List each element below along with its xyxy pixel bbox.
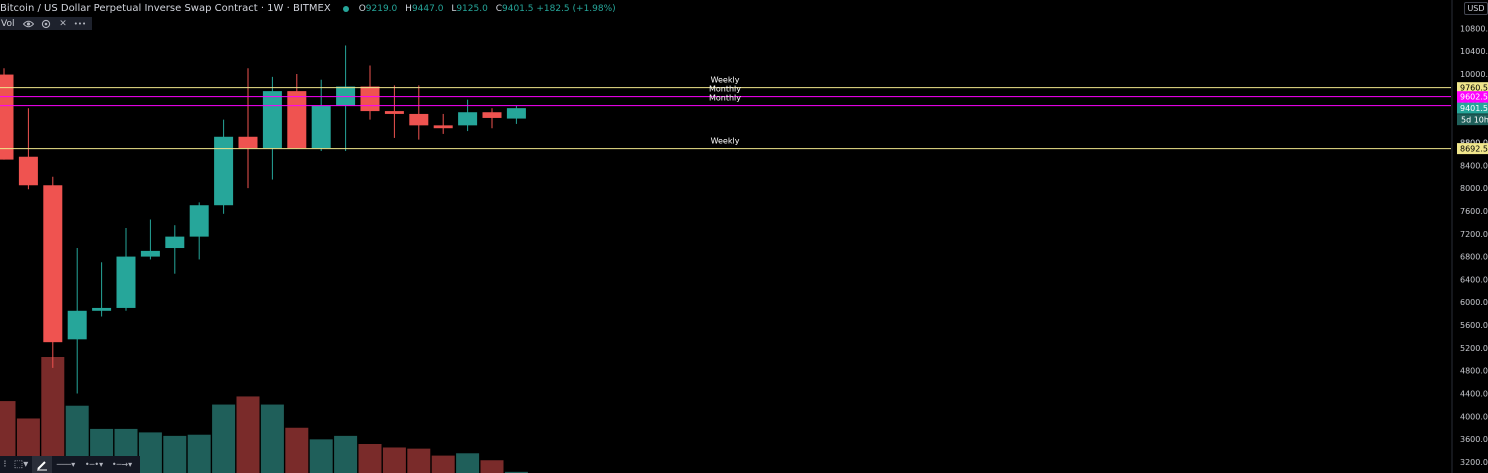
y-axis-tick-label: 3600.0 [1460, 435, 1488, 444]
y-axis-tick-label: 6400.0 [1460, 275, 1488, 284]
candle-body [458, 112, 478, 126]
volume-bar [456, 453, 480, 473]
candle-body [18, 156, 38, 186]
ray-tool-icon[interactable]: •─•▾ [80, 456, 108, 473]
candle-body [238, 136, 258, 149]
volume-bar [236, 396, 260, 473]
candle-body [67, 310, 87, 340]
y-axis-tick-label: 3200.0 [1460, 458, 1488, 467]
candle-body [116, 256, 136, 308]
volume-bar [358, 444, 382, 473]
candle-body [336, 86, 356, 106]
volume-indicator-legend: Vol ✕ ••• [0, 17, 93, 30]
volume-bar [187, 434, 211, 473]
chart-legend: Bitcoin / US Dollar Perpetual Inverse Sw… [0, 3, 621, 14]
level-label-monthly: Monthly [709, 94, 741, 103]
candle-body [189, 205, 209, 237]
drawing-toolbar: ⁝ ⬚▾ ───▾ •─•▾ •─→▾ [0, 456, 140, 473]
volume-bar [334, 435, 358, 473]
volume-bar [163, 435, 187, 473]
y-axis-tick-label: 5200.0 [1460, 344, 1488, 353]
candle-body [140, 250, 160, 257]
last-price-label: 9401.5 [1460, 104, 1488, 113]
y-axis-tick-label: 7200.0 [1460, 230, 1488, 239]
volume-bar [260, 404, 284, 473]
open-value: 9219.0 [365, 3, 398, 14]
y-axis-tick-label: 10800.0 [1460, 24, 1488, 33]
y-axis-tick-label: 6000.0 [1460, 298, 1488, 307]
candle-body [165, 236, 185, 249]
y-axis-tick-label: 8400.0 [1460, 161, 1488, 170]
y-axis-tick-label: 4400.0 [1460, 390, 1488, 399]
price-chart[interactable]: 10800.010400.010000.09600.09200.08800.08… [0, 0, 1488, 473]
high-value: 9447.0 [411, 3, 444, 14]
candle-body [43, 185, 63, 343]
line-tool-icon[interactable]: ───▾ [52, 456, 80, 473]
ohlc-values: O9219.0 H9447.0 L9125.0 C9401.5 +182.5 (… [358, 3, 616, 14]
volume-bar [212, 404, 236, 473]
low-value: 9125.0 [456, 3, 488, 14]
volume-bar [309, 439, 333, 473]
y-axis-tick-label: 5600.0 [1460, 321, 1488, 330]
candle-body [287, 91, 307, 149]
level-label-weekly: Weekly [711, 76, 740, 85]
arrow-tool-icon[interactable]: •─→▾ [108, 456, 136, 473]
currency-button[interactable]: USD [1464, 2, 1488, 15]
selection-tool-icon[interactable]: ⬚▾ [10, 456, 32, 473]
candle-body [360, 86, 380, 112]
brush-icon[interactable] [32, 456, 52, 473]
candle-body [214, 136, 234, 206]
candle-body [311, 105, 331, 149]
level-label-monthly: Monthly [709, 85, 741, 94]
y-axis-tick-label: 4800.0 [1460, 367, 1488, 376]
volume-bar [431, 455, 455, 473]
symbol-title[interactable]: Bitcoin / US Dollar Perpetual Inverse Sw… [0, 3, 331, 14]
more-icon[interactable]: ••• [71, 17, 88, 30]
candle-body [433, 125, 453, 129]
close-value: 9401.5 +182.5 (+1.98%) [502, 3, 616, 14]
candle-body [384, 111, 404, 114]
y-axis-tick-label: 10000.0 [1460, 70, 1488, 79]
eye-icon[interactable] [20, 17, 37, 30]
candle-body [506, 108, 526, 119]
candle-body [482, 112, 502, 118]
y-axis-tick-label: 10400.0 [1460, 47, 1488, 56]
volume-bar [285, 427, 309, 473]
y-axis-tick-label: 7600.0 [1460, 207, 1488, 216]
bar-countdown-label: 5d 10h [1461, 116, 1488, 125]
y-axis-tick-label: 8000.0 [1460, 184, 1488, 193]
volume-bar [138, 432, 162, 473]
candle-body [409, 113, 429, 126]
market-status-icon [342, 5, 349, 12]
candle-body [92, 307, 112, 311]
volume-indicator-label[interactable]: Vol [0, 17, 20, 30]
close-icon[interactable]: ✕ [54, 17, 71, 30]
volume-bar [382, 447, 406, 473]
candle-body [262, 91, 282, 149]
drag-handle-icon[interactable]: ⁝ [0, 456, 10, 473]
level-price-label: 8692.5 [1460, 145, 1488, 154]
level-label-weekly: Weekly [711, 137, 740, 146]
settings-icon[interactable] [37, 17, 54, 30]
volume-bar [480, 460, 504, 473]
volume-bar [407, 448, 431, 473]
y-axis-tick-label: 4000.0 [1460, 412, 1488, 421]
y-axis-tick-label: 6800.0 [1460, 253, 1488, 262]
